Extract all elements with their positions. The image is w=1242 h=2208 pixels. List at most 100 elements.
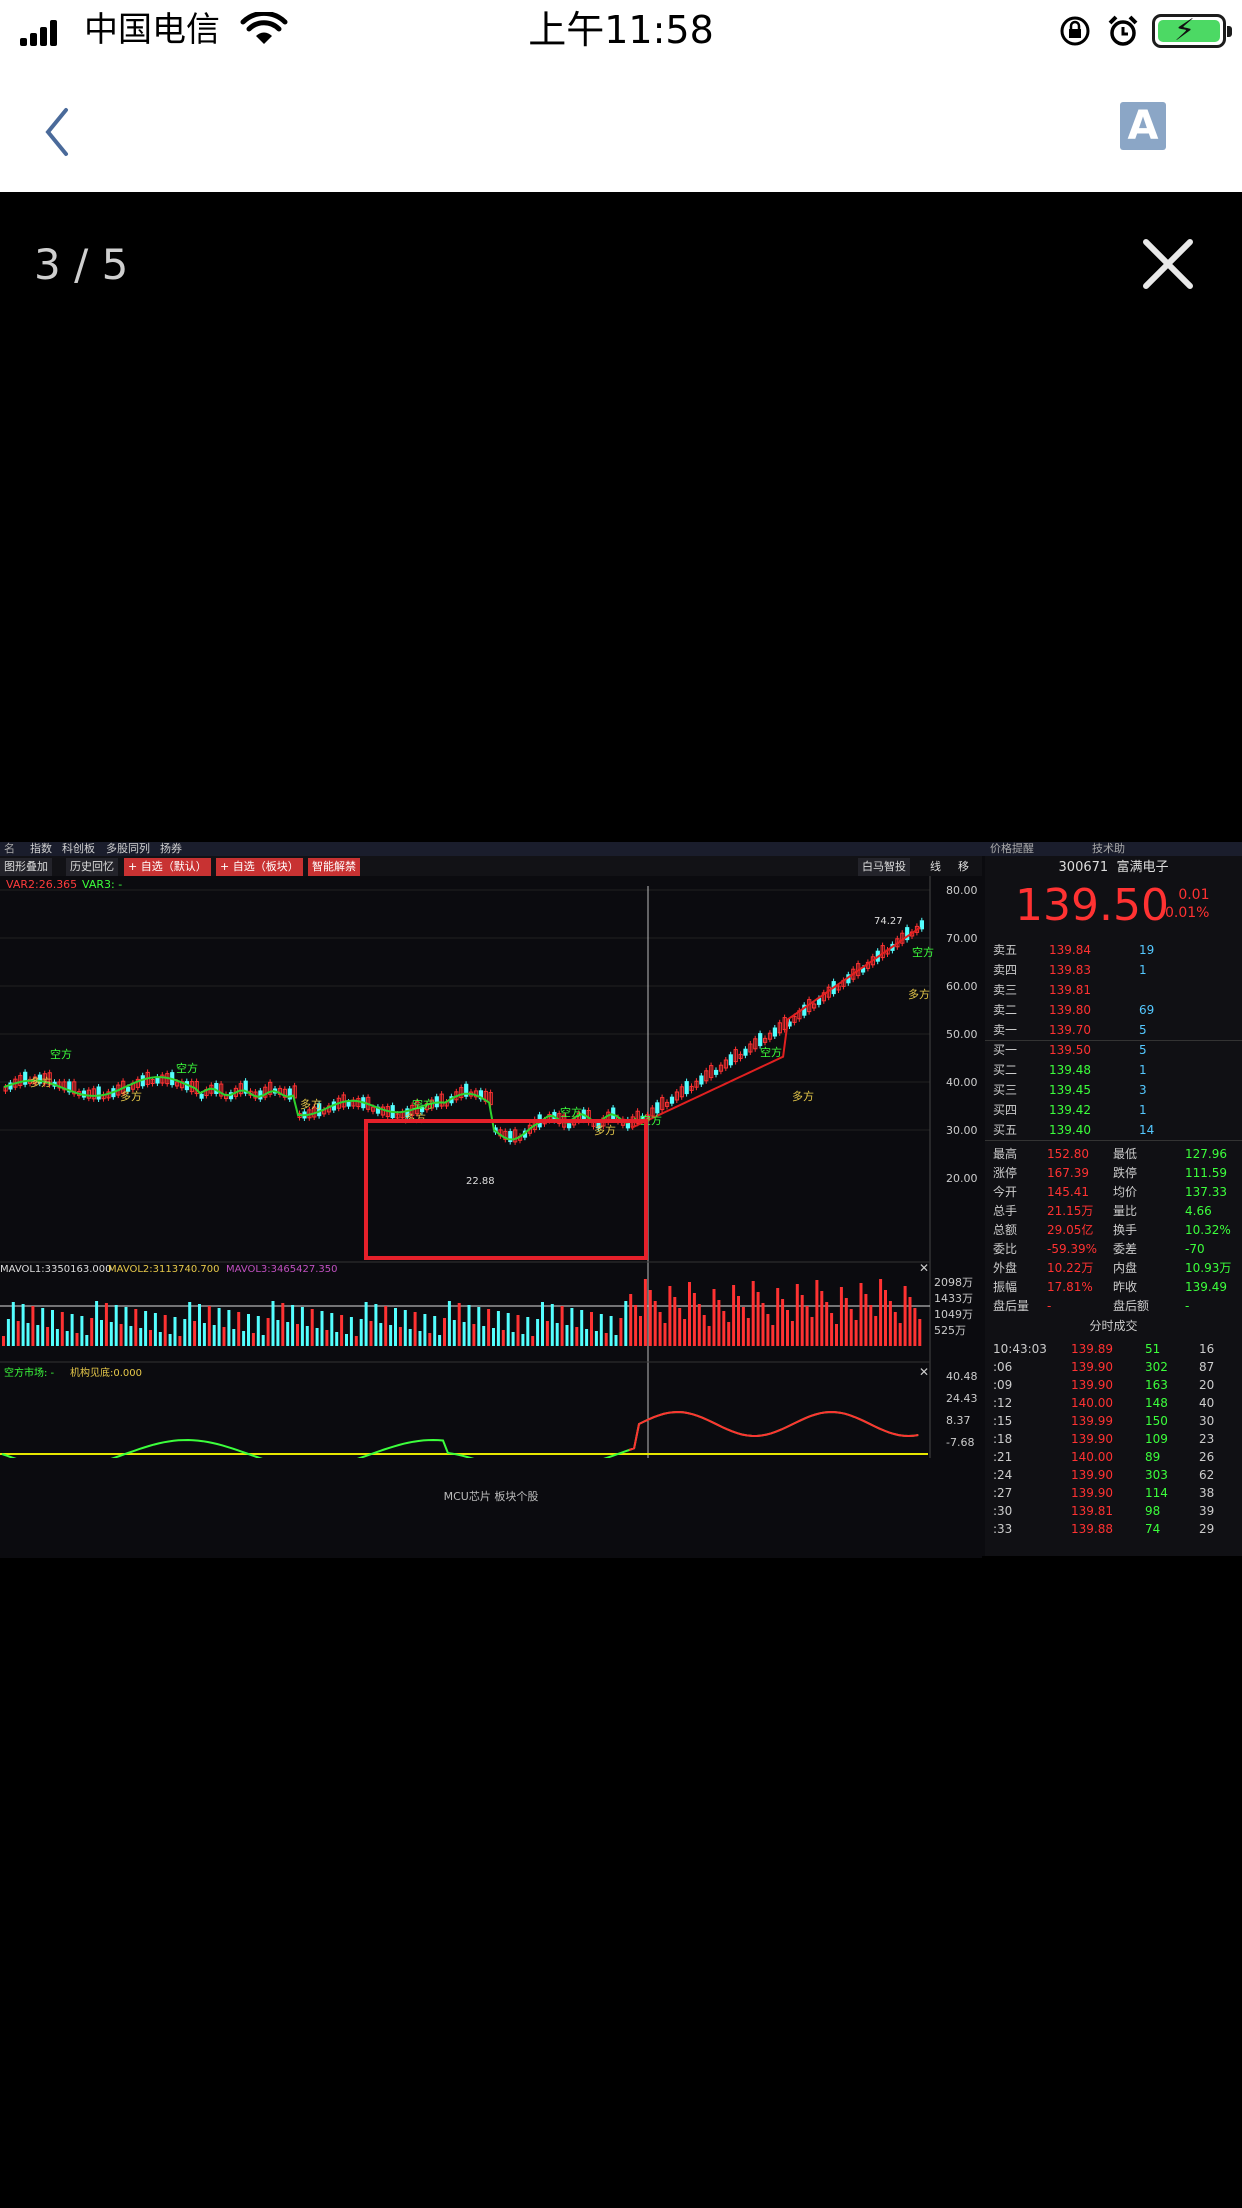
volume-bar <box>222 1327 226 1346</box>
volume-bar <box>634 1305 638 1346</box>
quote-row: 今开 145.41 均价 137.33 <box>985 1182 1242 1202</box>
quote-cell: 148 <box>1145 1396 1168 1410</box>
quote-row: 振幅 17.81% 昨收 139.49 <box>985 1277 1242 1297</box>
volume-bar <box>26 1323 30 1346</box>
menu-item[interactable]: 扬券 <box>160 842 182 856</box>
volume-bar <box>75 1333 79 1346</box>
volume-bar <box>609 1316 613 1346</box>
volume-bar <box>330 1313 334 1346</box>
volume-bar <box>281 1303 285 1346</box>
candle-body <box>655 1102 660 1114</box>
volume-bar <box>658 1312 662 1346</box>
kong-signal: 空方 <box>912 945 934 959</box>
quote-cell: 3 <box>1139 1083 1147 1097</box>
quote-row: 最高 152.80 最低 127.96 <box>985 1144 1242 1164</box>
volume-bar <box>854 1320 858 1346</box>
mavol3-label: MAVOL3:3465427.350 <box>226 1264 337 1275</box>
var3-label: VAR3: - <box>82 878 122 891</box>
menu-item[interactable]: 价格提醒 <box>990 842 1034 856</box>
volume-bar <box>384 1306 388 1346</box>
table-caption: MCU芯片 板块个股 <box>443 1490 539 1503</box>
quote-cell: 10.22万 <box>1047 1261 1094 1275</box>
price-axis: 80.00 70.00 60.00 50.00 40.00 30.00 20.00 <box>946 884 978 1185</box>
volume-bar <box>722 1311 726 1346</box>
smart-unlock-button[interactable]: 智能解禁 <box>308 858 360 876</box>
volume-bar <box>413 1312 417 1346</box>
close-volume-pane-icon[interactable]: ✕ <box>919 1261 929 1275</box>
volume-bar <box>712 1289 716 1346</box>
indicator-label-2: 机构见底:0.000 <box>70 1366 142 1379</box>
volume-bar <box>781 1299 785 1346</box>
baima-button[interactable]: 白马智投 <box>858 858 910 876</box>
volume-bar <box>639 1316 642 1346</box>
volume-bar <box>536 1319 540 1346</box>
font-size-button[interactable]: A <box>1120 102 1166 150</box>
quote-cell: 89 <box>1145 1450 1161 1464</box>
quote-row: :30 139.81 98 39 <box>985 1501 1242 1521</box>
line-button[interactable]: 线 <box>926 858 945 876</box>
volume-bar <box>438 1335 442 1346</box>
stock-code: 300671 <box>1058 860 1109 875</box>
quote-cell: 139.90 <box>1071 1378 1113 1392</box>
quote-cell: 29 <box>1199 1522 1215 1536</box>
overlay-button[interactable]: 图形叠加 <box>0 858 52 876</box>
quote-cell: 139.70 <box>1049 1023 1091 1037</box>
mavol1-label: MAVOL1:3350163.000 <box>0 1264 111 1275</box>
indicator-tick: -7.68 <box>946 1436 974 1449</box>
quote-cell: 87 <box>1199 1360 1215 1374</box>
quote-row: 总额 29.05亿 换手 10.32% <box>985 1220 1242 1240</box>
quote-row: 卖五 139.84 19 <box>985 940 1242 960</box>
volume-bar <box>100 1320 103 1346</box>
quote-cell: 10.93万 <box>1185 1261 1232 1275</box>
volume-bar <box>918 1319 922 1346</box>
volume-bar <box>41 1308 45 1346</box>
volume-bar <box>898 1323 902 1346</box>
volume-bar <box>830 1313 834 1346</box>
kline-chart[interactable]: VAR2:26.365 VAR3: - 80.00 70.00 60.00 50.00… <box>0 876 982 1556</box>
volume-bar <box>585 1329 589 1346</box>
volume-bar <box>139 1328 143 1346</box>
price-tick: 20.00 <box>946 1172 978 1185</box>
volume-bar <box>168 1334 172 1346</box>
history-button[interactable]: 历史回忆 <box>66 858 118 876</box>
quote-cell: 163 <box>1145 1378 1168 1392</box>
volume-bar <box>193 1321 197 1346</box>
volume-bar <box>737 1296 740 1346</box>
volume-bar <box>183 1319 187 1346</box>
quote-cell: 20 <box>1199 1378 1215 1392</box>
candle-body <box>199 1093 204 1099</box>
price-tick: 60.00 <box>946 980 978 993</box>
back-chevron-icon[interactable] <box>38 102 78 162</box>
volume-tick: 2098万 <box>934 1276 973 1289</box>
quote-cell: 5 <box>1139 1043 1147 1057</box>
menu-item[interactable]: 指数 <box>30 842 52 856</box>
volume-bar <box>516 1315 520 1346</box>
volume-bar <box>114 1305 118 1346</box>
volume-bar <box>874 1316 878 1346</box>
quote-cell: 总手 <box>993 1204 1018 1218</box>
menu-item[interactable]: 技术助 <box>1092 842 1125 856</box>
close-icon[interactable] <box>1140 236 1196 292</box>
volume-bar <box>692 1293 696 1346</box>
quote-cell: 昨收 <box>1113 1280 1138 1294</box>
volume-bar <box>256 1316 260 1346</box>
kong-signal: 空方 <box>560 1105 582 1119</box>
volume-bar <box>276 1320 280 1346</box>
price-tick: 70.00 <box>946 932 978 945</box>
quote-cell: 139.90 <box>1071 1360 1113 1374</box>
add-watchlist-sector-button[interactable]: + 自选（板块） <box>216 858 303 876</box>
menu-item[interactable]: 多股同列 <box>106 842 150 856</box>
volume-bar <box>580 1310 584 1346</box>
duo-signal: 多方 <box>30 1075 52 1089</box>
candle-body <box>699 1075 704 1085</box>
volume-bar <box>786 1310 789 1346</box>
menu-item[interactable]: 科创板 <box>62 842 95 856</box>
close-indicator-pane-icon[interactable]: ✕ <box>919 1365 929 1379</box>
quote-cell: 最高 <box>993 1147 1018 1161</box>
add-watchlist-default-button[interactable]: + 自选（默认） <box>124 858 211 876</box>
volume-bar <box>60 1312 64 1346</box>
volume-bar <box>565 1325 569 1346</box>
volume-bar <box>124 1307 128 1346</box>
move-button[interactable]: 移 <box>954 858 973 876</box>
volume-bar <box>242 1331 246 1346</box>
